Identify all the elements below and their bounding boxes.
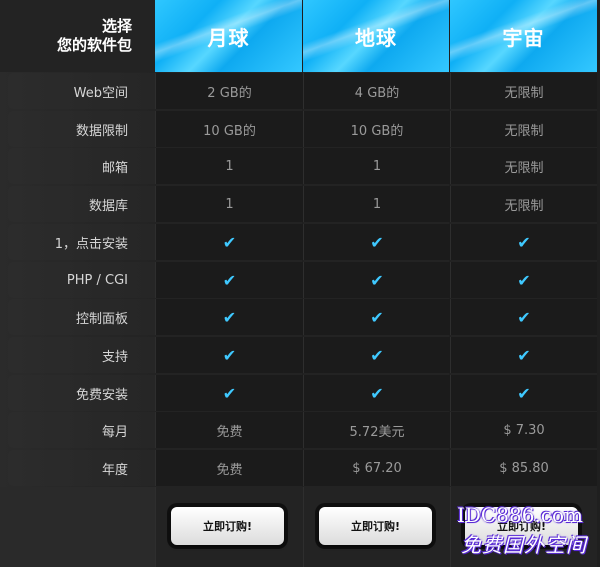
cell-universe: ✔ xyxy=(450,375,597,411)
order-button-moon[interactable]: 立即订购! xyxy=(171,507,284,545)
check-icon: ✔ xyxy=(222,383,237,403)
cell-value: 无限制 xyxy=(504,85,544,101)
cell-value: 1 xyxy=(372,196,382,212)
cell-earth: 1 xyxy=(303,148,450,184)
row-label: Web空间 xyxy=(8,73,155,109)
row-label: 数据库 xyxy=(8,186,155,222)
cell-moon: ✔ xyxy=(155,299,303,335)
cell-universe: ✔ xyxy=(450,224,597,260)
check-icon: ✔ xyxy=(517,307,531,327)
cell-moon: 免费 xyxy=(155,412,303,448)
check-icon: ✔ xyxy=(370,383,384,403)
cell-value: 10 GB的 xyxy=(350,123,404,139)
cell-value: 10 GB的 xyxy=(203,123,256,139)
cell-universe: ✔ xyxy=(450,262,597,298)
cell-universe: 无限制 xyxy=(450,148,597,184)
plan-name-earth: 地球 xyxy=(355,25,397,50)
table-title-line1: 选择 xyxy=(101,17,132,35)
cell-universe: 无限制 xyxy=(450,111,597,147)
plan-name-universe: 宇宙 xyxy=(502,25,545,50)
cell-value: 无限制 xyxy=(504,123,544,139)
cell-earth: ✔ xyxy=(303,299,450,335)
row-label: 支持 xyxy=(8,337,155,373)
row-label: 数据限制 xyxy=(8,111,155,147)
cell-value: 1 xyxy=(225,158,234,174)
cell-earth: 1 xyxy=(303,186,450,222)
check-icon: ✔ xyxy=(222,232,237,252)
row-label: 邮箱 xyxy=(8,148,155,184)
table-title-line2: 您的软件包 xyxy=(56,36,132,54)
cell-value: 1 xyxy=(225,196,234,212)
row-label: 控制面板 xyxy=(8,299,155,335)
cell-moon: 10 GB的 xyxy=(155,111,303,147)
check-icon: ✔ xyxy=(222,345,237,365)
cell-universe: 无限制 xyxy=(450,73,597,109)
cell-value: 无限制 xyxy=(504,160,544,176)
check-icon: ✔ xyxy=(370,270,384,290)
watermark-line2: 免费国外空间 xyxy=(461,533,587,557)
cell-value: $ 85.80 xyxy=(499,460,549,476)
row-label: 每月 xyxy=(8,412,155,448)
check-icon: ✔ xyxy=(222,307,237,327)
order-button-earth[interactable]: 立即订购! xyxy=(319,507,432,545)
check-icon: ✔ xyxy=(370,345,384,365)
cell-value: 2 GB的 xyxy=(207,85,252,101)
watermark: IDC886.com 免费国外空间 xyxy=(455,503,595,563)
check-icon: ✔ xyxy=(222,270,237,290)
cell-earth: ✔ xyxy=(303,375,450,411)
check-icon: ✔ xyxy=(517,345,531,365)
row-label: PHP / CGI xyxy=(8,262,155,298)
cell-earth: 5.72美元 xyxy=(303,412,450,448)
cell-moon: 1 xyxy=(155,148,303,184)
cell-earth: 4 GB的 xyxy=(303,73,450,109)
footer-left xyxy=(0,487,155,567)
table-title: 选择 您的软件包 xyxy=(0,0,155,72)
cell-value: 4 GB的 xyxy=(354,85,400,101)
cell-moon: ✔ xyxy=(155,375,303,411)
cell-moon: 免费 xyxy=(155,450,303,486)
check-icon: ✔ xyxy=(517,232,531,252)
plan-header-universe: 宇宙 xyxy=(450,0,597,72)
check-icon: ✔ xyxy=(370,307,384,327)
plan-header-moon: 月球 xyxy=(155,0,302,72)
cell-value: 免费 xyxy=(216,462,243,478)
cell-moon: ✔ xyxy=(155,224,303,260)
check-icon: ✔ xyxy=(517,383,531,403)
cell-universe: ✔ xyxy=(450,299,597,335)
plan-name-moon: 月球 xyxy=(207,25,250,50)
cell-universe: $ 7.30 xyxy=(450,412,597,448)
cell-universe: 无限制 xyxy=(450,186,597,222)
watermark-line1: IDC886.com xyxy=(457,503,583,527)
cell-earth: ✔ xyxy=(303,224,450,260)
check-icon: ✔ xyxy=(370,232,384,252)
cell-earth: $ 67.20 xyxy=(303,450,450,486)
cell-value: 免费 xyxy=(216,424,243,440)
cell-earth: ✔ xyxy=(303,337,450,373)
plan-header-earth: 地球 xyxy=(303,0,449,72)
check-icon: ✔ xyxy=(517,270,531,290)
cell-earth: 10 GB的 xyxy=(303,111,450,147)
cell-value: $ 67.20 xyxy=(352,460,402,476)
cell-moon: 2 GB的 xyxy=(155,73,303,109)
cell-moon: ✔ xyxy=(155,337,303,373)
cell-moon: ✔ xyxy=(155,262,303,298)
cell-value: 1 xyxy=(372,158,382,174)
cell-value: 无限制 xyxy=(504,198,544,214)
cell-universe: $ 85.80 xyxy=(450,450,597,486)
row-label: 免费安装 xyxy=(8,375,155,411)
row-label: 年度 xyxy=(8,450,155,486)
cell-value: 5.72美元 xyxy=(349,424,405,440)
row-label: 1，点击安装 xyxy=(8,224,155,260)
cell-value: $ 7.30 xyxy=(503,422,545,438)
cell-moon: 1 xyxy=(155,186,303,222)
cell-universe: ✔ xyxy=(450,337,597,373)
cell-earth: ✔ xyxy=(303,262,450,298)
